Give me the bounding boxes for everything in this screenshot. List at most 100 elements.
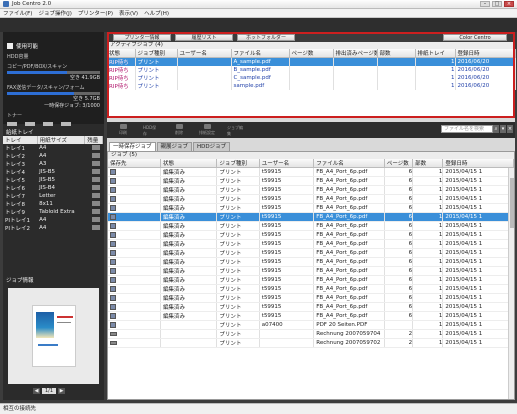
menu-help[interactable]: ヘルプ(H) [144,9,169,17]
tray-row[interactable]: トレイ3 A3 [3,160,103,168]
chevron-down-icon[interactable]: ▾ [500,125,506,133]
active-job-row[interactable]: RIP待ち プリント C_sample.pdf 1 2016/06/20 [107,74,516,82]
active-job-cell [177,66,232,74]
delete-button[interactable]: 削除 [171,124,187,136]
printer-icon [7,43,13,49]
hdd-save-button[interactable]: HDD保存 [143,124,159,136]
tray-row[interactable]: トレイ2 A4 [3,152,103,160]
job-storage [108,176,161,186]
printer-status-panel: 使用可能 HDD容量 コピー/PDF/BOX/スキャン 空き 41.9GB FA… [3,32,104,126]
next-page-icon[interactable]: ▶ [58,388,65,394]
job-cell [160,320,218,330]
jobs-col-header[interactable]: 保存先 [108,159,161,168]
search-icon[interactable]: ⌕ [493,125,499,133]
print-button[interactable]: 印刷 [115,124,131,136]
job-row[interactable]: 編集済み プリント t59915 FB_A4_Port_6p.pdf 6 1 2015/04… [108,221,514,231]
active-jobs-title: アクティブジョブ (4) [107,42,515,49]
jobs-col-header[interactable]: ユーザー名 [259,159,315,168]
menu-file[interactable]: ファイル(F) [3,9,32,17]
job-cell: 2 [384,338,414,348]
tray-level [85,216,103,224]
jobs-col-header[interactable]: ジョブ種別 [216,159,260,168]
job-row[interactable]: 編集済み プリント t59915 FB_A4_Port_6p.pdf 6 1 2015/04… [108,257,514,267]
menu-printer[interactable]: プリンター(P) [78,9,113,17]
jobs-col-header[interactable]: 状態 [160,159,218,168]
jobs-col-header[interactable]: 部数 [412,159,444,168]
job-row[interactable]: 編集済み プリント t59915 FB_A4_Port_6p.pdf 6 1 2015/04… [108,293,514,303]
tray-row[interactable]: トレイ8 8x11 [3,200,103,208]
close-button[interactable]: × [504,1,514,7]
tray-row[interactable]: トレイ5 JIS-B5 [3,176,103,184]
job-cell: t59915 [259,167,315,177]
active-col-header[interactable]: 排紙トレイ [415,49,456,58]
job-cell: PDF 20 Seiten.PDF [313,320,385,330]
search-input[interactable]: ファイル名を検索 [441,125,493,133]
scrollbar-thumb[interactable] [510,178,514,228]
active-col-header[interactable]: ユーザー名 [177,49,232,58]
menu-view[interactable]: 表示(V) [119,9,138,17]
active-col-header[interactable]: ファイル名 [231,49,290,58]
tab-temp-jobs[interactable]: 一時保存ジョブ [109,142,156,151]
tray-row[interactable]: トレイ6 JIS-B4 [3,184,103,192]
tab-hdd-jobs[interactable]: HDDジョブ [193,142,231,151]
jobs-col-header[interactable]: 登録日時 [442,159,514,168]
job-row[interactable]: 編集済み プリント t59915 FB_A4_Port_6p.pdf 6 1 2015/04… [108,284,514,294]
jobs-col-header[interactable]: ファイル名 [313,159,385,168]
tab-hot-folder[interactable]: ホットフォルダー [237,34,295,41]
active-job-cell: RIP待ち [107,66,136,74]
job-cell: 編集済み [160,212,218,222]
minimize-button[interactable]: – [480,1,490,7]
job-row[interactable]: 編集済み プリント t59915 FB_A4_Port_6p.pdf 6 1 2015/04… [108,248,514,258]
toner-k [61,122,71,126]
job-row[interactable]: 編集済み プリント t59915 FB_A4_Port_6p.pdf 6 1 2015/04… [108,194,514,204]
job-storage [108,320,161,330]
job-row[interactable]: 編集済み プリント t59915 FB_A4_Port_6p.pdf 6 1 2015/04… [108,203,514,213]
active-job-row[interactable]: RIP待ち プリント B_sample.pdf 1 2016/06/20 [107,66,516,74]
job-row[interactable]: 編集済み プリント t59915 FB_A4_Port_6p.pdf 6 1 2015/04… [108,239,514,249]
tray-header-tray[interactable]: トレイ [3,136,38,144]
tray-row[interactable]: トレイ1 A4 [3,144,103,152]
document-icon [110,276,116,283]
job-row[interactable]: プリント a07400 PDF 20 Seiten.PDF 1 2015/04/15 1 [108,320,514,330]
jobs-scrollbar[interactable] [508,168,514,399]
job-row[interactable]: 編集済み プリント t59915 FB_A4_Port_6p.pdf 6 1 2015/04… [108,167,514,177]
tray-header-level[interactable]: 残量 [84,136,103,144]
job-row[interactable]: 編集済み プリント t59915 FB_A4_Port_6p.pdf 6 1 2015/04… [108,275,514,285]
prev-page-icon[interactable]: ◀ [33,388,40,394]
active-col-header[interactable]: ページ数 [289,49,334,58]
tray-header-size[interactable]: 用紙サイズ [37,136,86,144]
active-job-row[interactable]: RIP待ち プリント A_sample.pdf 1 2016/06/20 [107,57,516,66]
close-icon[interactable]: × [507,125,513,133]
output-settings-button[interactable]: 排紙設定 [199,124,215,136]
maximize-button[interactable]: □ [492,1,502,7]
active-col-header[interactable]: 状態 [107,49,136,58]
job-row[interactable]: 編集済み プリント t59915 FB_A4_Port_6p.pdf 6 1 2015/04… [108,185,514,195]
job-row[interactable]: 編集済み プリント t59915 FB_A4_Port_6p.pdf 6 1 2015/04… [108,230,514,240]
job-row[interactable]: 編集済み プリント t59915 FB_A4_Port_6p.pdf 6 1 2015/04… [108,266,514,276]
job-row[interactable]: 編集済み プリント t59915 FB_A4_Port_6p.pdf 6 1 2015/04… [108,212,514,222]
job-storage [108,230,161,240]
active-col-header[interactable]: 排出済みページ数 [333,49,378,58]
job-edit-button[interactable]: ジョブ編集 [227,124,243,136]
tray-row[interactable]: PIトレイ2 A4 [3,224,103,232]
tray-row[interactable]: トレイ4 JIS-B5 [3,168,103,176]
tray-row[interactable]: トレイ7 Letter [3,192,103,200]
tray-row[interactable]: PIトレイ1 A4 [3,216,103,224]
job-row[interactable]: 編集済み プリント t59915 FB_A4_Port_6p.pdf 6 1 2015/04… [108,311,514,321]
tray-row[interactable]: トレイ9 Tabloid Extra [3,208,103,216]
active-col-header[interactable]: ジョブ種別 [135,49,178,58]
active-col-header[interactable]: 部数 [377,49,416,58]
tab-color-centro[interactable]: Color Centro [443,34,507,41]
job-row[interactable]: プリント Rechnung 2007059702 2 1 2015/04/15 1 [108,338,514,348]
job-row[interactable]: 編集済み プリント t59915 FB_A4_Port_6p.pdf 6 1 2015/04… [108,302,514,312]
job-cell: 2015/04/15 1 [442,221,514,231]
active-col-header[interactable]: 登録日時 [455,49,516,58]
tab-history[interactable]: 履歴リスト [175,34,233,41]
jobs-col-header[interactable]: ページ数 [384,159,414,168]
tab-printer-info[interactable]: プリンター情報 [113,34,171,41]
menu-job[interactable]: ジョブ操作(J) [38,9,71,17]
job-row[interactable]: 編集済み プリント t59915 FB_A4_Port_6p.pdf 6 1 2015/04… [108,176,514,186]
tab-secure-jobs[interactable]: 親展ジョブ [156,142,193,151]
job-row[interactable]: プリント Rechnung 2007059704 2 1 2015/04/15 1 [108,329,514,339]
active-job-row[interactable]: RIP待ち プリント sample.pdf 1 2016/06/20 [107,82,516,90]
